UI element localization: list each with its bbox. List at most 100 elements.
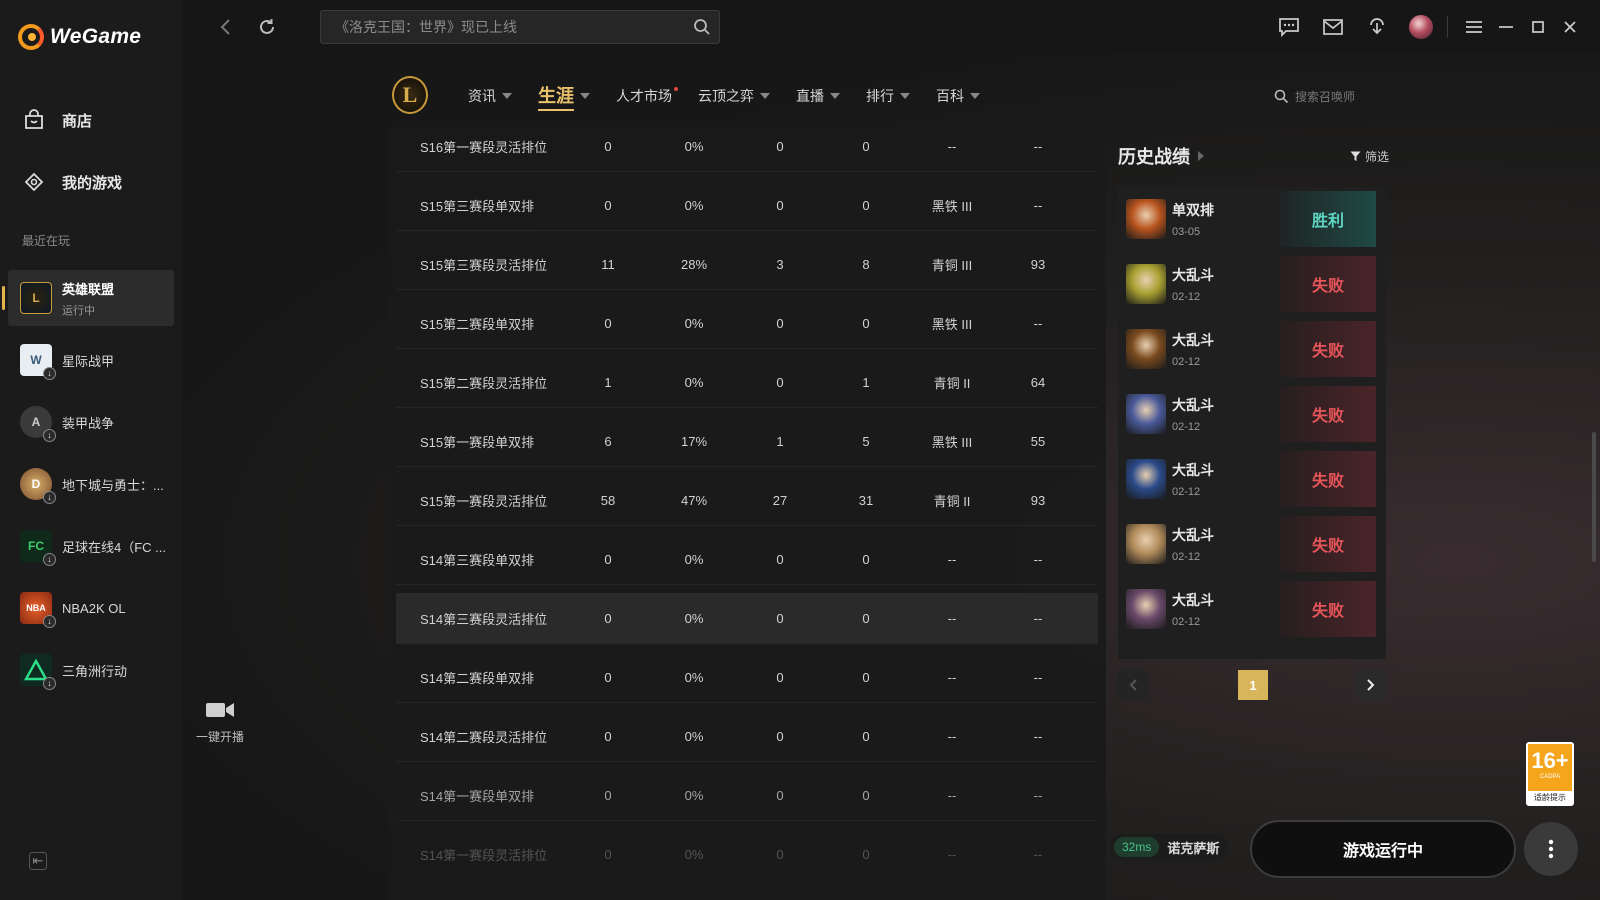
table-cell: S16第一赛段灵活排位	[420, 139, 548, 155]
table-cell: S15第一赛段灵活排位	[420, 493, 548, 509]
notification-dot-icon	[674, 87, 678, 91]
table-cell: S15第二赛段单双排	[420, 316, 535, 332]
chevron-right-icon	[1367, 679, 1375, 691]
tab-career[interactable]: 生涯	[538, 80, 590, 112]
chevron-down-icon	[580, 93, 590, 99]
table-cell: 17%	[680, 433, 708, 449]
table-row[interactable]: S15第二赛段灵活排位 1 0% 0 1 青铜 II 64	[396, 357, 1098, 408]
download-manager-button[interactable]	[1361, 11, 1393, 43]
chevron-down-icon	[970, 93, 980, 99]
maximize-button[interactable]	[1522, 11, 1554, 43]
sidebar-item-store[interactable]: 商店	[22, 108, 92, 132]
table-row[interactable]: S15第二赛段单双排 0 0% 0 0 黑铁 III --	[396, 298, 1098, 349]
page-number[interactable]: 1	[1238, 670, 1268, 700]
sidebar-game-dnf[interactable]: D ↓ 地下城与勇士：...	[8, 456, 174, 512]
table-cell: 11	[601, 256, 615, 272]
match-history-item[interactable]: 大乱斗 02-12 失败	[1126, 451, 1378, 507]
server-status[interactable]: 32ms 诺克萨斯	[1110, 834, 1230, 860]
table-row[interactable]: S14第二赛段灵活排位 0 0% 0 0 -- --	[396, 711, 1098, 762]
tab-wiki[interactable]: 百科	[936, 80, 980, 112]
game-name: 星际战甲	[62, 353, 115, 369]
user-avatar-button[interactable]	[1405, 11, 1437, 43]
sidebar-item-my-games[interactable]: 我的游戏	[22, 170, 122, 194]
table-row[interactable]: S14第一赛段单双排 0 0% 0 0 -- --	[396, 770, 1098, 821]
one-click-broadcast-button[interactable]: 一键开播	[190, 700, 250, 745]
table-cell: 93	[1030, 492, 1046, 508]
table-cell: S14第三赛段单双排	[420, 552, 535, 568]
table-row[interactable]: S15第一赛段灵活排位 58 47% 27 31 青铜 II 93	[396, 475, 1098, 526]
match-result: 失败	[1280, 321, 1376, 377]
summoner-search[interactable]: 搜索召唤师	[1274, 88, 1355, 105]
history-pagination: 1	[1118, 670, 1386, 702]
game-running-button[interactable]: 游戏运行中	[1250, 820, 1516, 878]
table-row[interactable]: S14第三赛段灵活排位 0 0% 0 0 -- --	[396, 593, 1098, 644]
summoner-search-placeholder: 搜索召唤师	[1295, 90, 1356, 104]
sidebar-game-armored-warfare[interactable]: A ↓ 装甲战争	[8, 394, 174, 450]
table-row[interactable]: S15第一赛段单双排 6 17% 1 5 黑铁 III 55	[396, 416, 1098, 467]
table-cell: 0	[604, 728, 612, 744]
match-history-item[interactable]: 大乱斗 02-12 失败	[1126, 321, 1378, 377]
minimize-button[interactable]	[1490, 11, 1522, 43]
match-history-item[interactable]: 大乱斗 02-12 失败	[1126, 256, 1378, 312]
tab-news[interactable]: 资讯	[468, 80, 512, 112]
mail-button[interactable]	[1317, 11, 1349, 43]
table-cell: 0	[776, 315, 784, 331]
global-search[interactable]	[320, 10, 720, 44]
table-cell: 青铜 II	[933, 375, 971, 391]
chat-button[interactable]	[1273, 11, 1305, 43]
table-row[interactable]: S14第一赛段灵活排位 0 0% 0 0 -- --	[396, 829, 1098, 880]
table-row[interactable]: S14第二赛段单双排 0 0% 0 0 -- --	[396, 652, 1098, 703]
match-info: 大乱斗 02-12	[1172, 330, 1280, 368]
search-icon[interactable]	[693, 18, 711, 41]
table-cell: S14第一赛段单双排	[420, 788, 535, 804]
history-title[interactable]: 历史战绩	[1118, 143, 1204, 169]
tab-talent-market[interactable]: 人才市场	[616, 80, 678, 112]
wegame-logo: WeGame	[18, 24, 141, 50]
scrollbar[interactable]	[1592, 432, 1596, 562]
global-search-input[interactable]	[321, 11, 661, 43]
game-name: 地下城与勇士：...	[62, 477, 164, 493]
tab-ranking[interactable]: 排行	[866, 80, 910, 112]
table-cell: --	[947, 728, 957, 744]
table-row[interactable]: S15第三赛段灵活排位 11 28% 3 8 青铜 III 93	[396, 239, 1098, 290]
tab-tft[interactable]: 云顶之弈	[698, 80, 770, 112]
filter-button[interactable]: 筛选	[1350, 148, 1389, 165]
prev-page-button[interactable]	[1118, 670, 1148, 700]
menu-button[interactable]	[1458, 11, 1490, 43]
match-history-item[interactable]: 单双排 03-05 胜利	[1126, 191, 1378, 247]
close-button[interactable]	[1554, 11, 1586, 43]
match-history-item[interactable]: 大乱斗 02-12 失败	[1126, 581, 1378, 637]
fc-online-game-icon: FC ↓	[20, 530, 56, 566]
more-options-button[interactable]	[1524, 822, 1578, 876]
table-cell: 0	[862, 197, 870, 213]
table-row[interactable]: S16第一赛段灵活排位 0 0% 0 0 -- --	[396, 127, 1098, 172]
table-row[interactable]: S15第三赛段单双排 0 0% 0 0 黑铁 III --	[396, 180, 1098, 231]
table-cell: 0	[862, 846, 870, 862]
sidebar-game-nba2k[interactable]: NBA ↓ NBA2K OL	[8, 580, 174, 636]
match-history-item[interactable]: 大乱斗 02-12 失败	[1126, 386, 1378, 442]
game-name: 英雄联盟	[62, 281, 115, 297]
match-history-item[interactable]: 大乱斗 02-12 失败	[1126, 516, 1378, 572]
download-icon: ↓	[43, 367, 56, 380]
champion-portrait	[1126, 329, 1166, 369]
table-cell: 0	[862, 610, 870, 626]
champion-portrait	[1126, 394, 1166, 434]
refresh-button[interactable]	[254, 14, 280, 40]
recent-games-label: 最近在玩	[22, 234, 71, 248]
sidebar-game-fc-online[interactable]: FC ↓ 足球在线4（FC ...	[8, 518, 174, 574]
warframe-game-icon: W ↓	[20, 344, 56, 380]
back-button[interactable]	[212, 14, 238, 40]
table-cell: 1	[776, 433, 784, 449]
table-cell: S15第一赛段单双排	[420, 434, 535, 450]
sidebar-game-warframe[interactable]: W ↓ 星际战甲	[8, 332, 174, 388]
collapse-sidebar-button[interactable]: ⇤	[29, 852, 47, 870]
tab-live[interactable]: 直播	[796, 80, 840, 112]
next-page-button[interactable]	[1356, 670, 1386, 700]
sidebar-game-lol[interactable]: L 英雄联盟 运行中	[2, 270, 174, 326]
table-cell: 青铜 II	[933, 493, 971, 509]
table-row[interactable]: S14第三赛段单双排 0 0% 0 0 -- --	[396, 534, 1098, 585]
sidebar-game-delta-force[interactable]: ↓ 三角洲行动	[8, 642, 174, 698]
match-result: 失败	[1280, 581, 1376, 637]
table-cell: 黑铁 III	[931, 434, 973, 450]
lol-logo[interactable]: L	[392, 76, 428, 114]
